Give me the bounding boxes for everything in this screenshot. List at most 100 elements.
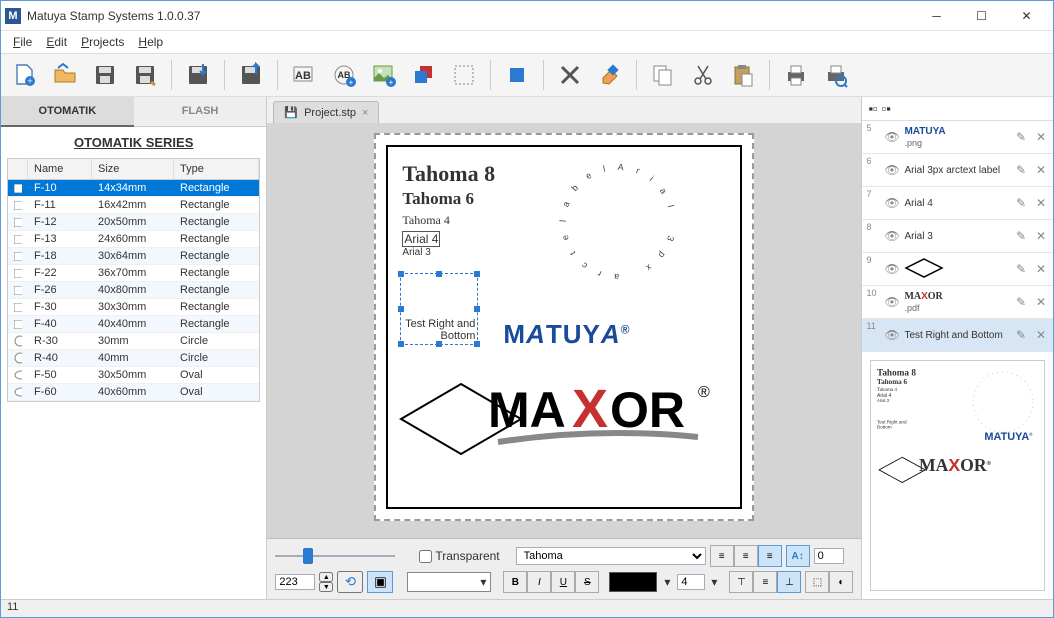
layer-item[interactable]: 6👁Arial 3px arctext label✎✕ [862,154,1053,187]
visibility-icon[interactable]: 👁 [884,262,900,276]
table-row[interactable]: F-5030x50mmOval [8,367,259,384]
edit-layer-icon[interactable]: ✎ [1013,163,1029,177]
preview-thumbnail[interactable]: Tahoma 8 Tahoma 6 Tahoma 4 Arial 4 Arial… [870,360,1045,591]
table-row[interactable]: F-1324x60mmRectangle [8,231,259,248]
bold-button[interactable]: B [503,571,527,593]
table-row[interactable]: F-1116x42mmRectangle [8,197,259,214]
width-input[interactable] [275,574,315,590]
canvas-area[interactable]: Tahoma 8 Tahoma 6 Tahoma 4 Arial 4 Arial… [267,123,861,538]
export-button[interactable] [233,57,269,93]
maximize-button[interactable]: ☐ [959,2,1004,30]
col-name[interactable]: Name [28,159,92,179]
edit-layer-icon[interactable]: ✎ [1013,295,1029,309]
new-button[interactable]: + [7,57,43,93]
layer-item[interactable]: 5👁MATUYA.png✎✕ [862,121,1053,154]
delete-layer-icon[interactable]: ✕ [1033,328,1049,342]
shape-tool-button[interactable] [406,57,442,93]
visibility-icon[interactable]: 👁 [884,328,900,342]
delete-layer-icon[interactable]: ✕ [1033,295,1049,309]
layer-item[interactable]: 8👁Arial 3✎✕ [862,220,1053,253]
menu-help[interactable]: Help [132,33,169,51]
table-row[interactable]: F-1014x34mmRectangle [8,180,259,197]
edit-layer-icon[interactable]: ✎ [1013,229,1029,243]
table-row[interactable]: F-1220x50mmRectangle [8,214,259,231]
text-arial3[interactable]: Arial 3 [402,247,430,258]
visibility-icon[interactable]: 👁 [884,130,900,144]
print-preview-button[interactable] [818,57,854,93]
document-tab[interactable]: 💾 Project.stp × [273,101,379,123]
text-tahoma6[interactable]: Tahoma 6 [402,189,474,209]
canvas[interactable]: Tahoma 8 Tahoma 6 Tahoma 4 Arial 4 Arial… [374,133,754,521]
delete-layer-icon[interactable]: ✕ [1033,262,1049,276]
text-arial4[interactable]: Arial 4 [402,231,440,247]
close-tab-icon[interactable]: × [362,107,368,119]
tab-flash[interactable]: FLASH [134,97,267,127]
font-select[interactable]: Tahoma [516,547,706,565]
valign-middle-button[interactable]: ≡ [753,571,777,593]
paste-button[interactable] [725,57,761,93]
layer-item[interactable]: 7👁Arial 4✎✕ [862,187,1053,220]
valign-top-button[interactable]: ⊤ [729,571,753,593]
delete-layer-icon[interactable]: ✕ [1033,196,1049,210]
erase-button[interactable] [592,57,628,93]
align-center-button[interactable]: ≡ [734,545,758,567]
width-down[interactable]: ▼ [319,582,333,592]
table-row[interactable]: F-2236x70mmRectangle [8,265,259,282]
open-button[interactable] [47,57,83,93]
save-button[interactable] [87,57,123,93]
image-tool-button[interactable]: + [366,57,402,93]
fill-button[interactable] [499,57,535,93]
text-color[interactable] [609,572,657,592]
menu-projects[interactable]: Projects [75,33,130,51]
tab-otomatik[interactable]: OTOMATIK [1,97,134,127]
text-tool-button[interactable]: AB [286,57,322,93]
edit-layer-icon[interactable]: ✎ [1013,130,1029,144]
align-right-button[interactable]: ≡ [758,545,782,567]
table-row[interactable]: F-2640x80mmRectangle [8,282,259,299]
fit-button[interactable]: ▣ [367,571,393,593]
delete-layer-icon[interactable]: ✕ [1033,163,1049,177]
width-up[interactable]: ▲ [319,572,333,582]
cut-button[interactable] [685,57,721,93]
select-tool-button[interactable] [446,57,482,93]
close-button[interactable]: ✕ [1004,2,1049,30]
transparent-checkbox[interactable]: Transparent [419,549,499,563]
layer-item[interactable]: 10👁MAXOR.pdf✎✕ [862,286,1053,319]
edit-layer-icon[interactable]: ✎ [1013,328,1029,342]
arctext-object[interactable]: l a b e l A r i a l 3 p x a r c t e x t [548,152,688,292]
table-row[interactable]: R-3030mmCircle [8,333,259,350]
valign-bottom-button[interactable]: ⊥ [777,571,801,593]
col-size[interactable]: Size [92,159,174,179]
delete-layer-icon[interactable]: ✕ [1033,229,1049,243]
color-picker[interactable]: ▾ [407,572,491,592]
edit-layer-icon[interactable]: ✎ [1013,262,1029,276]
refresh-button[interactable]: ⟲ [337,571,363,593]
font-size-input[interactable] [677,574,705,590]
selection-box[interactable]: Test Right and Bottom [400,273,478,345]
table-row[interactable]: F-4040x40mmRectangle [8,316,259,333]
delete-button[interactable] [552,57,588,93]
visibility-icon[interactable]: 👁 [884,229,900,243]
arctext-tool-button[interactable]: AB+ [326,57,362,93]
border-button[interactable]: ⬚ [805,571,829,593]
text-tahoma8[interactable]: Tahoma 8 [402,161,495,187]
layer-move-up-icon[interactable]: ▪▫ [868,101,877,116]
underline-button[interactable]: U [551,571,575,593]
matuya-logo[interactable]: MATUYA® [503,319,630,350]
visibility-icon[interactable]: 👁 [884,295,900,309]
col-type[interactable]: Type [174,159,259,179]
zoom-slider[interactable] [275,548,395,564]
edit-layer-icon[interactable]: ✎ [1013,196,1029,210]
table-row[interactable]: F-3030x30mmRectangle [8,299,259,316]
layer-item[interactable]: 9👁✎✕ [862,253,1053,286]
copy-button[interactable] [645,57,681,93]
autosize-button[interactable]: A↕ [786,545,810,567]
visibility-icon[interactable]: 👁 [884,163,900,177]
visibility-icon[interactable]: 👁 [884,196,900,210]
maxor-logo[interactable]: MA X OR ® [488,377,718,460]
text-tahoma4[interactable]: Tahoma 4 [402,213,449,228]
menu-file[interactable]: File [7,33,38,51]
align-left-button[interactable]: ≡ [710,545,734,567]
italic-button[interactable]: I [527,571,551,593]
strike-button[interactable]: S [575,571,599,593]
